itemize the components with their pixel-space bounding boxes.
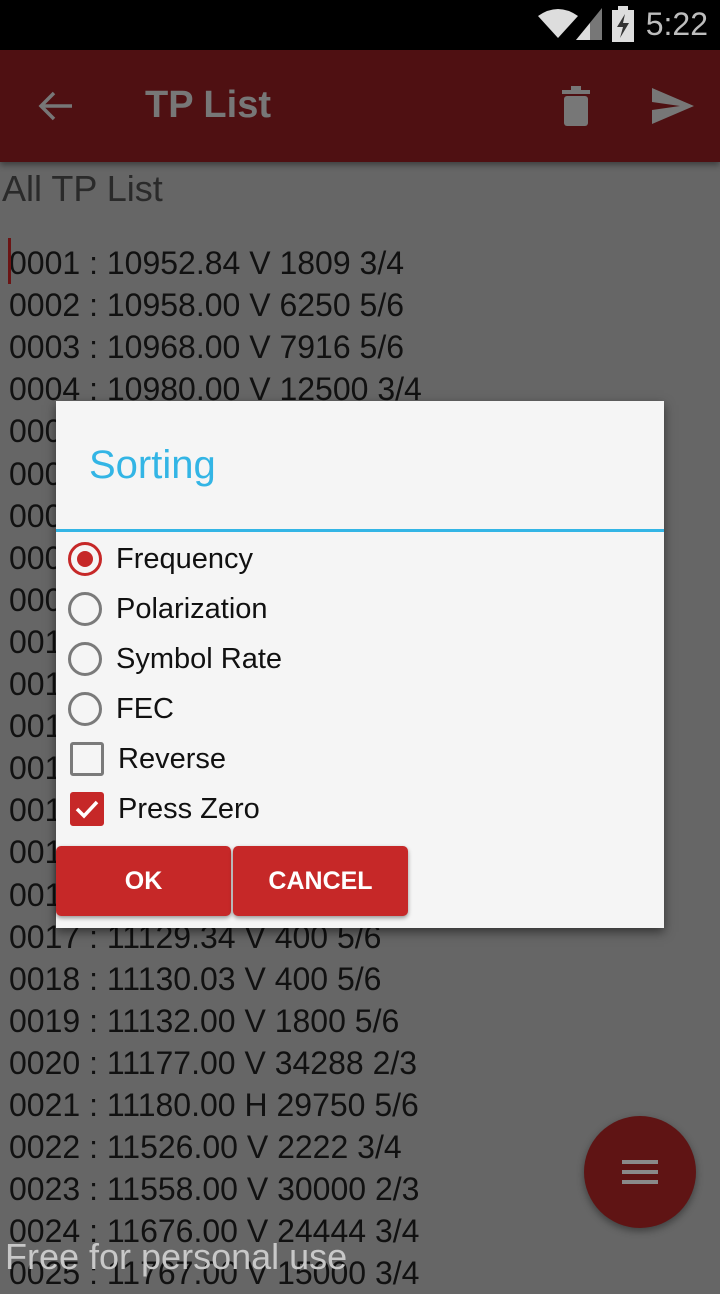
dialog-title: Sorting: [89, 443, 216, 487]
signal-icon: [576, 8, 602, 40]
clock: 5:22: [645, 6, 708, 42]
checkbox[interactable]: [70, 792, 104, 826]
battery-charging-icon: [612, 6, 634, 42]
app-bar: TP List: [0, 50, 720, 162]
option-symbol-rate[interactable]: Symbol Rate: [68, 634, 282, 684]
status-bar: 5:22: [0, 0, 720, 50]
dialog-divider: [56, 529, 664, 532]
list-item[interactable]: 0002 : 10958.00 V 6250 5/6: [9, 284, 404, 326]
menu-fab-button[interactable]: [584, 1116, 696, 1228]
radio-button[interactable]: [68, 592, 102, 626]
checkbox[interactable]: [70, 742, 104, 776]
radio-button[interactable]: [68, 542, 102, 576]
ok-button[interactable]: OK: [56, 846, 231, 916]
option-label: Polarization: [116, 592, 268, 625]
watermark: Free for personal use: [5, 1236, 348, 1277]
option-label: Symbol Rate: [116, 642, 283, 675]
list-item[interactable]: 0023 : 11558.00 V 30000 2/3: [9, 1168, 419, 1210]
send-icon[interactable]: [650, 88, 694, 124]
list-item[interactable]: 0019 : 11132.00 V 1800 5/6: [9, 1000, 399, 1042]
option-label: FEC: [116, 692, 174, 725]
list-item[interactable]: 0003 : 10968.00 V 7916 5/6: [9, 326, 404, 368]
text-cursor: [8, 238, 11, 284]
option-press-zero[interactable]: Press Zero: [68, 784, 260, 834]
trash-icon[interactable]: [560, 86, 592, 126]
option-label: Reverse: [118, 742, 226, 775]
list-subtitle: All TP List: [2, 168, 163, 209]
list-item[interactable]: 0022 : 11526.00 V 2222 3/4: [9, 1126, 402, 1168]
radio-button[interactable]: [68, 642, 102, 676]
arrow-left-icon[interactable]: [38, 88, 74, 124]
list-item[interactable]: 0001 : 10952.84 V 1809 3/4: [9, 242, 404, 284]
option-frequency[interactable]: Frequency: [68, 534, 253, 584]
option-label: Frequency: [116, 542, 254, 575]
checkmark-icon: [75, 800, 99, 819]
sorting-dialog: Sorting Frequency Polarization Symbol Rate…: [56, 401, 664, 928]
menu-icon: [622, 1160, 658, 1184]
option-reverse[interactable]: Reverse: [68, 734, 226, 784]
option-fec[interactable]: FEC: [68, 684, 174, 734]
option-label: Press Zero: [118, 792, 260, 825]
wifi-icon: [538, 9, 578, 38]
list-item[interactable]: 0018 : 11130.03 V 400 5/6: [9, 958, 381, 1000]
list-item[interactable]: 0020 : 11177.00 V 34288 2/3: [9, 1042, 417, 1084]
list-item[interactable]: 0021 : 11180.00 H 29750 5/6: [9, 1084, 419, 1126]
page-title: TP List: [145, 84, 271, 126]
cancel-button[interactable]: CANCEL: [233, 846, 408, 916]
radio-button[interactable]: [68, 692, 102, 726]
option-polarization[interactable]: Polarization: [68, 584, 268, 634]
